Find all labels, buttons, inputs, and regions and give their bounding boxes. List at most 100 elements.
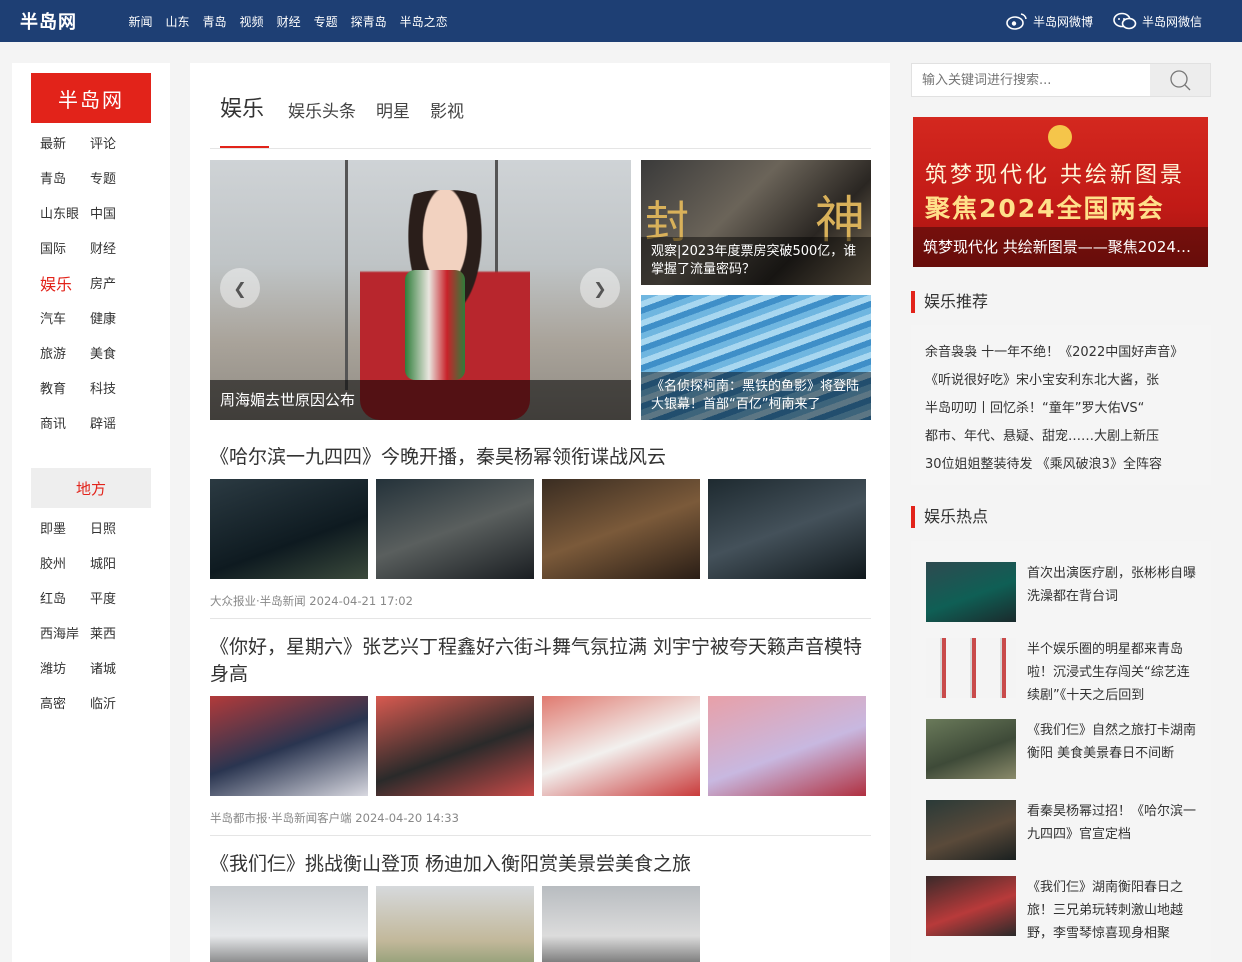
article-thumbnail[interactable] — [210, 696, 368, 796]
hot-item[interactable]: 首次出演医疗剧，张彬彬自曝洗澡都在背台词 — [926, 562, 1196, 624]
sidebar-item-entertainment[interactable]: 娱乐 — [40, 267, 90, 302]
sidebar-item-business[interactable]: 商讯 — [40, 407, 90, 442]
hot-item[interactable]: 《我们仨》自然之旅打卡湖南衡阳 美食美景春日不间断 — [926, 719, 1196, 781]
sidebar-item-tech[interactable]: 科技 — [90, 372, 140, 407]
sidebar-item-qingdao[interactable]: 青岛 — [40, 162, 90, 197]
banner-caption: 筑梦现代化 共绘新图景——聚焦2024全国两会 — [913, 227, 1208, 267]
weibo-link[interactable]: 半岛网微博 — [1006, 12, 1093, 30]
tab-headlines[interactable]: 娱乐头条 — [288, 97, 356, 122]
weibo-label: 半岛网微博 — [1032, 14, 1093, 29]
recommend-item[interactable]: 余音袅袅 十一年不绝！《2022中国好声音》 — [925, 339, 1197, 367]
sidebar-item-latest[interactable]: 最新 — [40, 127, 90, 162]
sidebar-item-special[interactable]: 专题 — [90, 162, 140, 197]
hot-thumbnail — [926, 562, 1016, 622]
region-item-rizhao[interactable]: 日照 — [90, 512, 140, 547]
sidebar-brand[interactable]: 半岛网 — [31, 73, 151, 123]
banner-headline: 聚焦2024全国两会 — [925, 194, 1165, 223]
recommend-item[interactable]: 都市、年代、悬疑、甜宠……大剧上新压 — [925, 423, 1197, 451]
channel-title[interactable]: 娱乐 — [220, 91, 264, 123]
region-title[interactable]: 地方 — [31, 468, 151, 508]
hot-item-title: 《我们仨》湖南衡阳春日之旅！三兄弟玩转刺激山地越野，李雪琴惊喜现身相聚 — [1027, 880, 1184, 941]
article-thumbnail[interactable] — [210, 886, 368, 962]
region-item-zhucheng[interactable]: 诸城 — [90, 652, 140, 687]
article-thumbnail[interactable] — [210, 479, 368, 579]
article-thumbnail[interactable] — [542, 886, 700, 962]
tab-stars[interactable]: 明星 — [376, 97, 410, 122]
article-title[interactable]: 《你好，星期六》张艺兴丁程鑫好六街斗舞气氛拉满 刘宇宁被夸天籁声音模特身高 — [210, 634, 871, 688]
article-title[interactable]: 《我们仨》挑战衡山登顶 杨迪加入衡阳赏美景尝美食之旅 — [210, 851, 871, 878]
region-item-hongdao[interactable]: 红岛 — [40, 582, 90, 617]
hot-item[interactable]: 《我们仨》湖南衡阳春日之旅！三兄弟玩转刺激山地越野，李雪琴惊喜现身相聚 — [926, 876, 1196, 941]
article-meta: 大众报业·半岛新闻 2024-04-21 17:02 — [210, 594, 413, 608]
site-logo[interactable]: 半岛网 — [20, 8, 77, 34]
region-item-chengyang[interactable]: 城阳 — [90, 547, 140, 582]
search-button[interactable] — [1150, 64, 1210, 96]
featured-slider[interactable]: ❮ ❯ 周海媚去世原因公布 — [210, 160, 631, 420]
hot-item[interactable]: 看秦昊杨幂过招！《哈尔滨一九四四》官宣定档 — [926, 800, 1196, 862]
region-item-linyi[interactable]: 临沂 — [90, 687, 140, 722]
nav-item-shandong[interactable]: 山东 — [166, 13, 190, 30]
article-thumbnails — [210, 479, 871, 579]
hot-item[interactable]: 半个娱乐圈的明星都来青岛啦！沉浸式生存闯关“综艺连续剧”《十天之后回到 — [926, 638, 1196, 703]
article-thumbnail[interactable] — [376, 696, 534, 796]
region-item-gaomi[interactable]: 高密 — [40, 687, 90, 722]
weibo-icon — [1006, 13, 1027, 30]
nav-item-news[interactable]: 新闻 — [129, 13, 153, 30]
article-thumbnail[interactable] — [542, 696, 700, 796]
nav-item-finance[interactable]: 财经 — [277, 13, 301, 30]
article-title[interactable]: 《哈尔滨一九四四》今晚开播，秦昊杨幂领衔谍战风云 — [210, 444, 871, 471]
slider-prev-button[interactable]: ❮ — [220, 268, 260, 308]
swing-rope — [345, 160, 348, 390]
recommend-panel: 余音袅袅 十一年不绝！《2022中国好声音》 《听说很好吃》宋小宝安利东北大酱，… — [911, 325, 1211, 485]
slider-caption[interactable]: 周海媚去世原因公布 — [210, 380, 631, 420]
sidebar-item-international[interactable]: 国际 — [40, 232, 90, 267]
article-thumbnail[interactable] — [708, 479, 866, 579]
nav-item-explore-qingdao[interactable]: 探青岛 — [351, 13, 387, 30]
sidebar-item-auto[interactable]: 汽车 — [40, 302, 90, 337]
sidebar-item-rumor[interactable]: 辟谣 — [90, 407, 140, 442]
article-meta: 半岛都市报·半岛新闻客户端 2024-04-20 14:33 — [210, 811, 459, 825]
region-item-west-coast[interactable]: 西海岸 — [40, 617, 90, 652]
sidebar-item-comment[interactable]: 评论 — [90, 127, 140, 162]
region-item-laixi[interactable]: 莱西 — [90, 617, 140, 652]
article-thumbnail[interactable] — [708, 696, 866, 796]
weixin-label: 半岛网微信 — [1141, 14, 1202, 29]
recommend-item[interactable]: 30位姐姐整装待发 《乘风破浪3》全阵容 — [925, 451, 1197, 479]
sidebar-item-shandong-eye[interactable]: 山东眼 — [40, 197, 90, 232]
search-input[interactable] — [912, 64, 1152, 96]
search-box — [911, 63, 1211, 97]
region-item-jimo[interactable]: 即墨 — [40, 512, 90, 547]
tab-film-tv[interactable]: 影视 — [430, 97, 464, 122]
sidebar-item-finance[interactable]: 财经 — [90, 232, 140, 267]
divider — [210, 835, 871, 836]
article-thumbnail[interactable] — [376, 479, 534, 579]
lianghui-banner[interactable]: 筑梦现代化 共绘新图景 聚焦2024全国两会 筑梦现代化 共绘新图景——聚焦20… — [913, 117, 1208, 267]
side-picture-conan[interactable]: 《名侦探柯南：黑铁的鱼影》将登陆大银幕！首部“百亿”柯南来了 — [641, 295, 871, 420]
hot-item-title: 看秦昊杨幂过招！《哈尔滨一九四四》官宣定档 — [1027, 804, 1197, 842]
region-item-weifang[interactable]: 潍坊 — [40, 652, 90, 687]
region-item-pingdu[interactable]: 平度 — [90, 582, 140, 617]
article-thumbnail[interactable] — [542, 479, 700, 579]
sidebar-item-china[interactable]: 中国 — [90, 197, 140, 232]
nav-item-video[interactable]: 视频 — [240, 13, 264, 30]
sidebar-item-health[interactable]: 健康 — [90, 302, 140, 337]
nav-item-bandao-love[interactable]: 半岛之恋 — [400, 13, 448, 30]
sidebar-item-real-estate[interactable]: 房产 — [90, 267, 140, 302]
hot-item-title: 《我们仨》自然之旅打卡湖南衡阳 美食美景春日不间断 — [1027, 723, 1197, 761]
slider-next-button[interactable]: ❯ — [580, 268, 620, 308]
recommend-item[interactable]: 《听说很好吃》宋小宝安利东北大酱，张 — [925, 367, 1197, 395]
sidebar-item-education[interactable]: 教育 — [40, 372, 90, 407]
hot-item-title: 半个娱乐圈的明星都来青岛啦！沉浸式生存闯关“综艺连续剧”《十天之后回到 — [1027, 642, 1190, 703]
nav-item-special[interactable]: 专题 — [314, 13, 338, 30]
main-content: 娱乐 娱乐头条 明星 影视 ❮ ❯ 周海媚去世原因公布 封 神 观察|2023年… — [190, 63, 890, 962]
nav-item-qingdao[interactable]: 青岛 — [203, 13, 227, 30]
region-item-jiaozhou[interactable]: 胶州 — [40, 547, 90, 582]
hot-panel: 首次出演医疗剧，张彬彬自曝洗澡都在背台词 半个娱乐圈的明星都来青岛啦！沉浸式生存… — [911, 541, 1211, 962]
article-thumbnail[interactable] — [376, 886, 534, 962]
weixin-link[interactable]: 半岛网微信 — [1113, 12, 1202, 30]
recommend-item[interactable]: 半岛叨叨丨回忆杀！“童年”罗大佑VS“ — [925, 395, 1197, 423]
left-sidebar: 半岛网 最新 评论 青岛 专题 山东眼 中国 国际 财经 娱乐 房产 汽车 健康… — [12, 63, 170, 962]
sidebar-item-travel[interactable]: 旅游 — [40, 337, 90, 372]
side-picture-box-office[interactable]: 封 神 观察|2023年度票房突破500亿，谁掌握了流量密码？ — [641, 160, 871, 285]
sidebar-item-food[interactable]: 美食 — [90, 337, 140, 372]
